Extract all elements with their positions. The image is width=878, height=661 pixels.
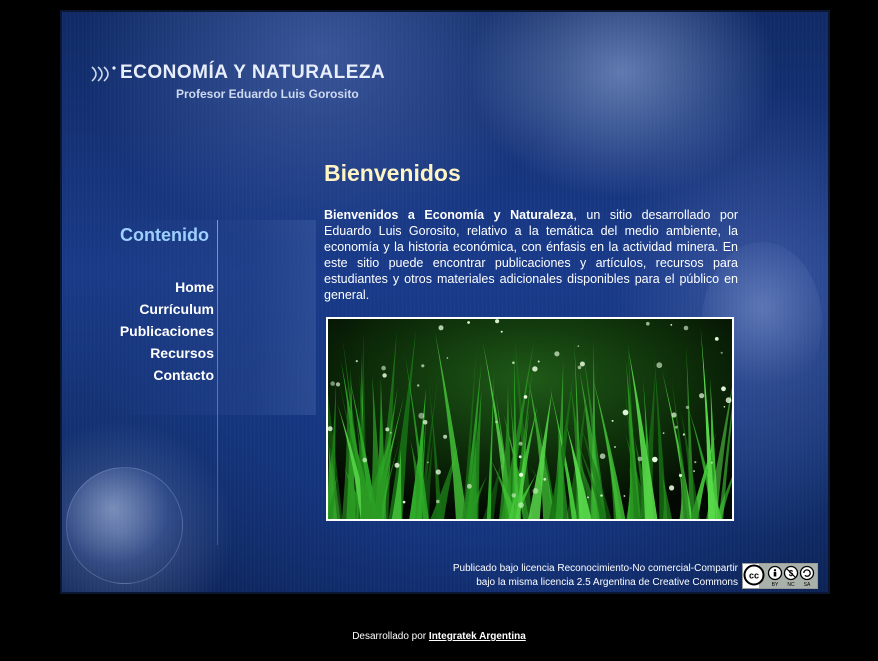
cc-by-label: BY [772,582,779,588]
page-title: Bienvenidos [324,160,461,186]
grass-photo-art [328,319,732,519]
license-line-2: bajo la misma licencia 2.5 Argentina de … [476,577,738,588]
creative-commons-badge[interactable]: cc $ BY NC SA [742,563,818,589]
sound-waves-icon [91,66,116,82]
intro-bold-text: Bienvenidos a Economía y Naturaleza [324,208,574,222]
license-line-1: Publicado bajo licencia Reconocimiento-N… [452,563,738,574]
nav-item-home[interactable]: Home [102,276,214,298]
sidebar-heading: Contenido [120,225,209,245]
site-frame: ECONOMÍA Y NATURALEZA Profesor Eduardo L… [60,10,830,594]
grass-photo [326,317,734,521]
cc-license-icon: cc $ BY NC SA [743,564,817,588]
nav-item-publicaciones[interactable]: Publicaciones [102,320,214,342]
intro-paragraph: Bienvenidos a Economía y Naturaleza, un … [324,207,738,303]
sidebar-divider [217,220,218,545]
site-title: ECONOMÍA Y NATURALEZA [120,62,386,83]
nav-item-contacto[interactable]: Contacto [102,364,214,386]
svg-text:cc: cc [749,571,759,581]
nav-item-recursos[interactable]: Recursos [102,342,214,364]
site-subtitle: Profesor Eduardo Luis Gorosito [176,87,359,101]
site-footer: Desarrollado por Integratek Argentina [0,631,878,642]
sidebar-nav: Home Currículum Publicaciones Recursos C… [102,276,214,386]
nav-item-curriculum[interactable]: Currículum [102,298,214,320]
footer-developer-link[interactable]: Integratek Argentina [429,631,526,642]
license-text: Publicado bajo licencia Reconocimiento-N… [362,562,738,590]
cc-nc-label: NC [787,582,795,588]
cc-sa-label: SA [804,582,811,588]
decorative-bubble [66,467,183,584]
intro-text: , un sitio desarrollado por Eduardo Luis… [324,208,738,302]
footer-text: Desarrollado por [352,631,429,642]
